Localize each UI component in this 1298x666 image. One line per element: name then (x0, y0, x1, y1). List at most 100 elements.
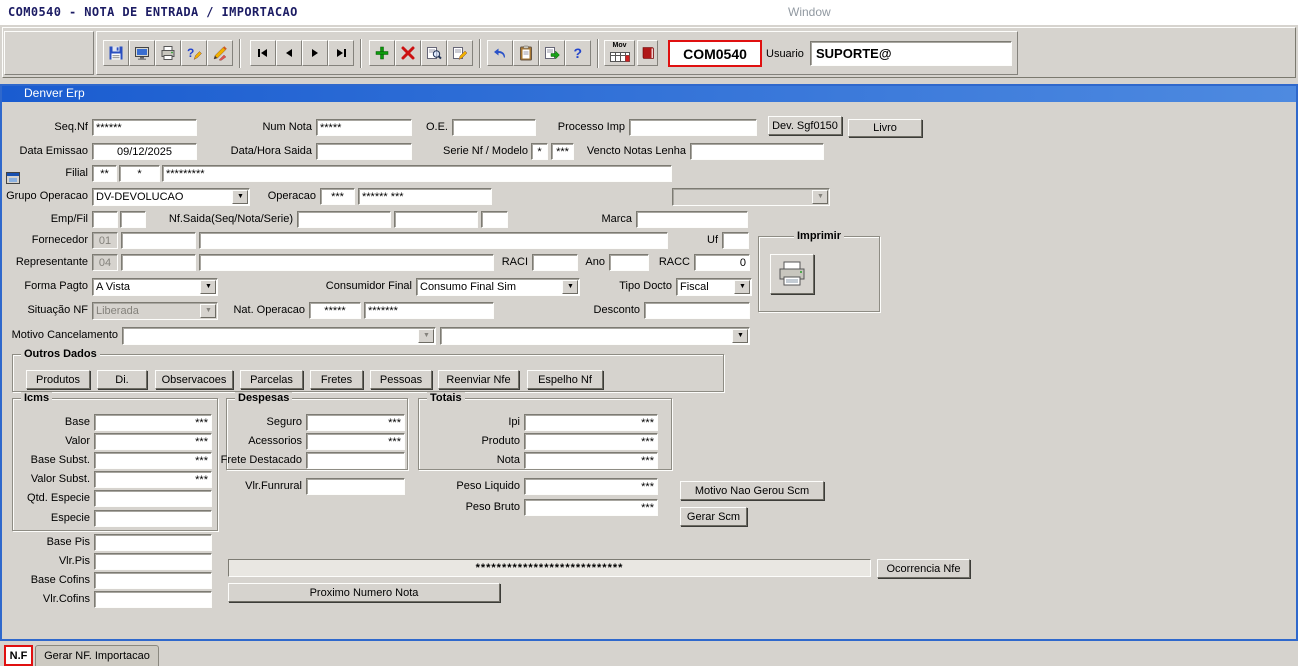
consumidor-final-select[interactable]: Consumo Final Sim (416, 278, 580, 296)
delete-button[interactable] (395, 40, 421, 66)
filial-nome-field[interactable] (162, 165, 672, 182)
proximo-numero-nota-button[interactable]: Proximo Numero Nota (228, 583, 500, 602)
nat-operacao-code-field[interactable] (309, 302, 361, 319)
ano-field[interactable] (609, 254, 649, 271)
dropdown-arrow-icon[interactable] (418, 329, 434, 343)
insert-button[interactable] (369, 40, 395, 66)
icms-especie-field[interactable] (94, 510, 212, 527)
produtos-button[interactable]: Produtos (26, 370, 90, 389)
next-record-button[interactable] (302, 40, 328, 66)
livro-button[interactable]: Livro (848, 119, 922, 137)
raci-field[interactable] (532, 254, 578, 271)
paste-button[interactable] (513, 40, 539, 66)
search-form-button[interactable] (421, 40, 447, 66)
forma-pagto-select[interactable]: A Vista (92, 278, 218, 296)
uf-field[interactable] (722, 232, 749, 249)
dropdown-arrow-icon[interactable] (734, 280, 750, 294)
tab-nf[interactable]: N.F (4, 645, 33, 666)
icms-valor-field[interactable] (94, 433, 212, 450)
window-titlebar[interactable] (0, 84, 1298, 102)
nf-saida-nota-field[interactable] (394, 211, 478, 228)
icms-qtd-especie-field[interactable] (94, 490, 212, 507)
operacao-desc-field[interactable] (358, 188, 492, 205)
fornecedor-nome-field[interactable] (199, 232, 668, 249)
vencto-notas-lenha-field[interactable] (690, 143, 824, 160)
data-emissao-field[interactable] (92, 143, 197, 160)
vlr-funrural-field[interactable] (306, 478, 405, 495)
dropdown-arrow-icon[interactable] (812, 190, 828, 204)
motivo-nao-gerou-scm-button[interactable]: Motivo Nao Gerou Scm (680, 481, 824, 500)
filial-fil-field[interactable] (119, 165, 160, 182)
mov-button[interactable]: Mov (604, 40, 635, 66)
gerar-scm-button[interactable]: Gerar Scm (680, 507, 747, 526)
filial-emp-field[interactable] (92, 165, 117, 182)
nf-saida-seq-field[interactable] (297, 211, 391, 228)
ocorrencia-nfe-button[interactable]: Ocorrencia Nfe (877, 559, 970, 578)
nf-saida-serie-field[interactable] (481, 211, 508, 228)
representante-num-field[interactable] (121, 254, 196, 271)
base-cofins-field[interactable] (94, 572, 212, 589)
prev-record-button[interactable] (276, 40, 302, 66)
undo-button[interactable] (487, 40, 513, 66)
representante-code-field[interactable] (92, 254, 118, 271)
reenviar-nfe-button[interactable]: Reenviar Nfe (438, 370, 519, 389)
fornecedor-code-field[interactable] (92, 232, 118, 249)
save-button[interactable] (103, 40, 129, 66)
serie-field[interactable] (531, 143, 548, 160)
motivo-cancelamento-extra-select[interactable] (440, 327, 750, 345)
racc-field[interactable] (694, 254, 750, 271)
edit-form-button[interactable] (447, 40, 473, 66)
acessorios-field[interactable] (306, 433, 405, 450)
desconto-field[interactable] (644, 302, 750, 319)
grupo-operacao-select[interactable]: DV-DEVOLUCAO (92, 188, 250, 206)
modelo-field[interactable] (551, 143, 574, 160)
tab-gerar-nf-importacao[interactable]: Gerar NF. Importacao (35, 645, 159, 666)
imprimir-print-button[interactable] (770, 254, 814, 294)
pessoas-button[interactable]: Pessoas (370, 370, 432, 389)
data-hora-saida-field[interactable] (316, 143, 412, 160)
fretes-button[interactable]: Fretes (310, 370, 363, 389)
seguro-field[interactable] (306, 414, 405, 431)
vlr-pis-field[interactable] (94, 553, 212, 570)
di-button[interactable]: Di. (97, 370, 147, 389)
frete-destacado-field[interactable] (306, 452, 405, 469)
ipi-field[interactable] (524, 414, 658, 431)
first-record-button[interactable] (250, 40, 276, 66)
emp-field[interactable] (92, 211, 118, 228)
fornecedor-num-field[interactable] (121, 232, 196, 249)
seq-nf-field[interactable] (92, 119, 197, 136)
produto-field[interactable] (524, 433, 658, 450)
dropdown-arrow-icon[interactable] (732, 329, 748, 343)
icms-base-subst-field[interactable] (94, 452, 212, 469)
dev-sgf0150-button[interactable]: Dev. Sgf0150 (768, 116, 842, 135)
screen-button[interactable] (129, 40, 155, 66)
situacao-nf-select[interactable]: Liberada (92, 302, 218, 320)
observacoes-button[interactable]: Observacoes (155, 370, 233, 389)
oe-field[interactable] (452, 119, 536, 136)
fil-field[interactable] (120, 211, 146, 228)
operacao-code-field[interactable] (320, 188, 355, 205)
book-button[interactable] (637, 40, 658, 66)
peso-bruto-field[interactable] (524, 499, 658, 516)
motivo-cancelamento-select[interactable] (122, 327, 436, 345)
dropdown-arrow-icon[interactable] (232, 190, 248, 204)
last-record-button[interactable] (328, 40, 354, 66)
edit-multi-button[interactable] (207, 40, 233, 66)
nat-operacao-desc-field[interactable] (364, 302, 494, 319)
help-edit-button[interactable]: ? (181, 40, 207, 66)
icms-valor-subst-field[interactable] (94, 471, 212, 488)
dropdown-arrow-icon[interactable] (200, 304, 216, 318)
dropdown-arrow-icon[interactable] (200, 280, 216, 294)
help-button[interactable]: ? (565, 40, 591, 66)
operacao-extra-select[interactable] (672, 188, 830, 206)
base-pis-field[interactable] (94, 534, 212, 551)
icms-base-field[interactable] (94, 414, 212, 431)
print-button[interactable] (155, 40, 181, 66)
espelho-nf-button[interactable]: Espelho Nf (527, 370, 603, 389)
marca-field[interactable] (636, 211, 748, 228)
transfer-button[interactable] (539, 40, 565, 66)
vlr-cofins-field[interactable] (94, 591, 212, 608)
processo-imp-field[interactable] (629, 119, 757, 136)
representante-nome-field[interactable] (199, 254, 494, 271)
dropdown-arrow-icon[interactable] (562, 280, 578, 294)
